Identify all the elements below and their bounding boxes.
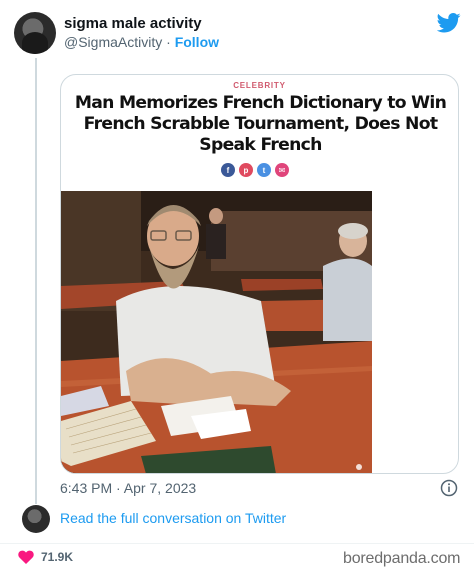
article-card[interactable]: CELEBRITY Man Memorizes French Dictionar…: [60, 74, 459, 474]
read-conversation-link[interactable]: Read the full conversation on Twitter: [60, 510, 286, 526]
twitter-bird-icon[interactable]: [437, 13, 461, 33]
info-icon[interactable]: [440, 479, 458, 497]
article-photo: [61, 191, 372, 473]
share-buttons: f p t ✉: [221, 163, 289, 177]
thread-line: [35, 58, 37, 504]
tweet-timestamp[interactable]: 6:43 PM · Apr 7, 2023: [60, 480, 196, 496]
article-headline: Man Memorizes French Dictionary to Win F…: [74, 93, 447, 155]
footer-divider: [0, 543, 474, 544]
pinterest-icon[interactable]: p: [239, 163, 253, 177]
follow-button[interactable]: Follow: [175, 34, 219, 50]
author-handle[interactable]: @SigmaActivity: [64, 34, 162, 50]
author-meta: @SigmaActivity · Follow: [64, 34, 219, 50]
meta-separator: ·: [166, 34, 171, 50]
like-count[interactable]: 71.9K: [41, 550, 73, 564]
author-avatar[interactable]: [14, 12, 56, 54]
email-icon[interactable]: ✉: [275, 163, 289, 177]
conversation-avatar[interactable]: [22, 505, 50, 533]
article-category: CELEBRITY: [233, 81, 286, 90]
heart-icon[interactable]: [18, 550, 34, 564]
tweet-embed: sigma male activity @SigmaActivity · Fol…: [0, 0, 474, 576]
facebook-icon[interactable]: f: [221, 163, 235, 177]
twitter-icon[interactable]: t: [257, 163, 271, 177]
source-watermark: boredpanda.com: [343, 550, 461, 567]
author-name[interactable]: sigma male activity: [64, 15, 202, 32]
